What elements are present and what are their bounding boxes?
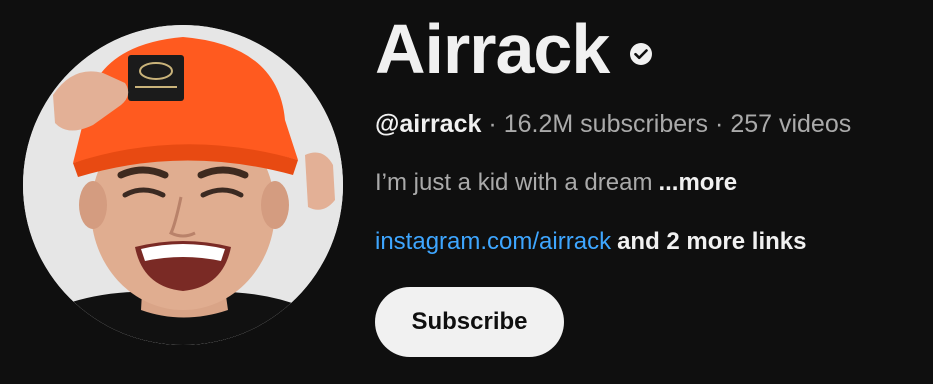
more-links-button[interactable]: and 2 more links xyxy=(617,228,806,255)
verified-check-icon xyxy=(630,43,653,65)
channel-title-row: Airrack xyxy=(375,9,653,89)
channel-meta: @airrack · 16.2M subscribers · 257 videos xyxy=(375,108,851,140)
description-more-button[interactable]: ...more xyxy=(658,169,737,196)
avatar-photo xyxy=(23,25,343,345)
channel-handle: @airrack xyxy=(375,110,482,138)
meta-separator: · xyxy=(488,110,497,138)
channel-header: Airrack @airrack · 16.2M subscribers · 257 v… xyxy=(0,0,933,384)
channel-links: instagram.com/airrack and 2 more links xyxy=(375,226,806,258)
instagram-link[interactable]: instagram.com/airrack xyxy=(375,228,611,255)
channel-avatar[interactable] xyxy=(23,25,343,345)
meta-separator: · xyxy=(714,110,724,138)
description-text: I’m just a kid with a dream xyxy=(375,169,653,196)
channel-name: Airrack xyxy=(375,10,610,88)
channel-description[interactable]: I’m just a kid with a dream ...more xyxy=(375,167,737,199)
video-count: 257 videos xyxy=(730,110,852,138)
subscriber-count: 16.2M subscribers xyxy=(503,110,708,138)
subscribe-button[interactable]: Subscribe xyxy=(375,287,564,357)
